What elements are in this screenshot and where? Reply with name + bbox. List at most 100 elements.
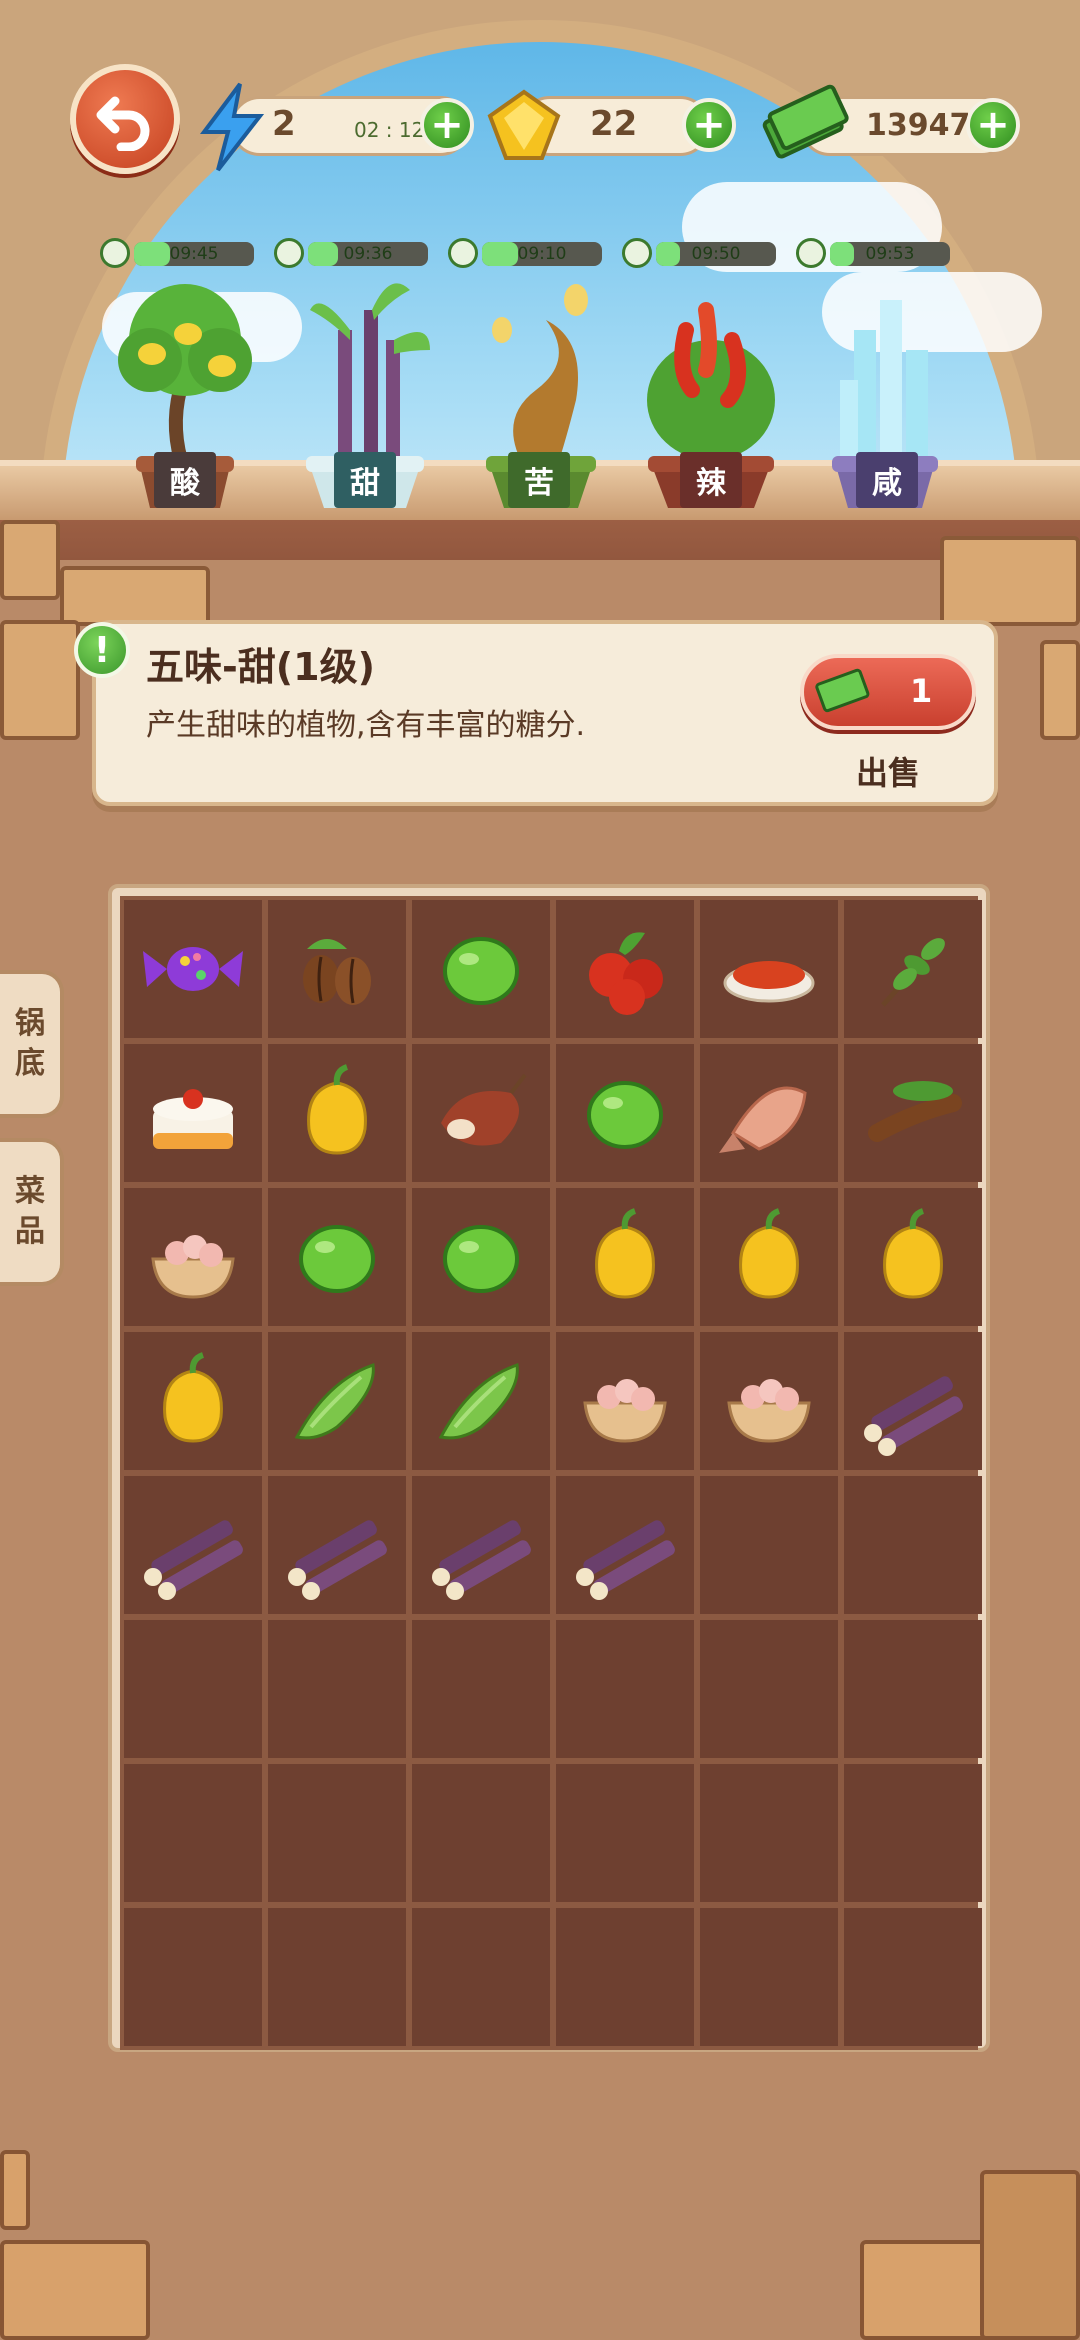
plant-label-salty: 咸 [856,452,918,508]
tamarind-icon [868,1081,962,1142]
grid-cell-herb[interactable] [844,900,982,1038]
sugarcane-icon [864,1376,963,1456]
tab-soup-base[interactable]: 锅底 [0,970,64,1118]
grid-cell-yellow-pepper[interactable] [268,1044,406,1182]
back-button[interactable] [70,64,180,174]
grid-cell-empty[interactable] [268,1908,406,2046]
grid-cell-fish[interactable] [700,1044,838,1182]
sugarcane-icon [432,1520,531,1600]
grid-cell-empty[interactable] [268,1620,406,1758]
grid-cell-empty[interactable] [844,1476,982,1614]
tab-dishes[interactable]: 菜品 [0,1138,64,1286]
grid-cell-ham[interactable] [412,1044,550,1182]
item-description: 产生甜味的植物,含有丰富的糖分. [146,708,586,743]
yellow-pepper-icon [163,1352,223,1443]
lime-icon [443,937,519,1005]
yellow-pepper-icon [739,1208,799,1299]
grid-cell-empty[interactable] [700,1764,838,1902]
grid-cell-lime[interactable] [412,900,550,1038]
grid-cell-bitter-melon[interactable] [268,1332,406,1470]
sell-label[interactable]: 出售 [856,748,920,794]
grid-cell-pork-bowl[interactable] [124,1188,262,1326]
add-gems-button[interactable]: + [682,98,736,152]
grid-cell-chili-powder[interactable] [700,900,838,1038]
grid-cell-sugarcane[interactable] [268,1476,406,1614]
add-energy-button[interactable]: + [420,98,474,152]
grid-cell-sugarcane[interactable] [124,1476,262,1614]
grid-cell-empty[interactable] [844,1620,982,1758]
grid-cell-pork-bowl[interactable] [700,1332,838,1470]
grid-cell-empty[interactable] [556,1908,694,2046]
crate [940,536,1080,626]
item-title: 五味-甜(1级) [146,645,375,689]
grid-cell-bitter-melon[interactable] [412,1332,550,1470]
inventory-grid-frame [108,884,990,2052]
grid-cell-empty[interactable] [844,1764,982,1902]
counter [0,520,1080,560]
back-arrow-icon [96,96,150,151]
grid-cell-empty[interactable] [124,1620,262,1758]
plant-timer-sour: 09:45 [100,238,270,268]
grid-cell-lime[interactable] [268,1188,406,1326]
grid-cell-sugarcane[interactable] [556,1476,694,1614]
lime-icon [299,1225,375,1293]
yellow-pepper-icon [307,1064,367,1155]
plant-label-spicy: 辣 [680,452,742,508]
grid-cell-yellow-pepper[interactable] [700,1188,838,1326]
grid-cell-empty[interactable] [124,1764,262,1902]
plant-label-bitter: 苦 [508,452,570,508]
grid-cell-empty[interactable] [124,1908,262,2046]
crate [0,2240,150,2340]
energy-timer: 02 : 12 [354,118,425,142]
grid-cell-cake[interactable] [124,1044,262,1182]
coffee-beans-icon [303,939,371,1005]
crate [0,520,60,600]
grid-cell-empty[interactable] [700,1620,838,1758]
plant-timer-spicy: 09:50 [622,238,792,268]
grid-cell-coffee-beans[interactable] [268,900,406,1038]
crate [0,2150,30,2230]
hawthorn-icon [589,932,663,1015]
grid-cell-empty[interactable] [412,1764,550,1902]
grid-cell-lime[interactable] [556,1044,694,1182]
grid-cell-empty[interactable] [700,1908,838,2046]
grid-cell-lime[interactable] [412,1188,550,1326]
grid-cell-yellow-pepper[interactable] [556,1188,694,1326]
grid-cell-hawthorn[interactable] [556,900,694,1038]
crate [1040,640,1080,740]
cash-icon [815,668,870,713]
grid-cell-empty[interactable] [700,1476,838,1614]
gems-value: 22 [590,104,638,144]
grid-cell-empty[interactable] [412,1620,550,1758]
grid-cell-sugarcane[interactable] [844,1332,982,1470]
sugarcane-icon [144,1520,243,1600]
add-cash-button[interactable]: + [966,98,1020,152]
grid-cell-tamarind[interactable] [844,1044,982,1182]
plant-timer-bitter: 09:10 [448,238,618,268]
cash-icon [762,84,849,159]
lightning-icon [200,82,265,172]
grid-cell-empty[interactable] [844,1908,982,2046]
grid-cell-sugarcane[interactable] [412,1476,550,1614]
pork-bowl-icon [583,1379,667,1443]
clock-icon [622,238,652,268]
gem-icon [487,89,561,160]
grid-cell-empty[interactable] [556,1764,694,1902]
crate [980,2170,1080,2340]
grid-cell-empty[interactable] [268,1764,406,1902]
grid-cell-pork-bowl[interactable] [556,1332,694,1470]
plant-timer-sweet: 09:36 [274,238,444,268]
pork-bowl-icon [727,1379,811,1443]
sell-price: 1 [910,672,933,710]
grid-cell-empty[interactable] [556,1620,694,1758]
grid-cell-candy[interactable] [124,900,262,1038]
grid-cell-yellow-pepper[interactable] [844,1188,982,1326]
crate [60,566,210,626]
chili-powder-icon [723,961,815,1003]
yellow-pepper-icon [595,1208,655,1299]
sugarcane-icon [576,1520,675,1600]
grid-cell-empty[interactable] [412,1908,550,2046]
ham-icon [441,1073,527,1146]
grid-cell-yellow-pepper[interactable] [124,1332,262,1470]
clock-icon [274,238,304,268]
